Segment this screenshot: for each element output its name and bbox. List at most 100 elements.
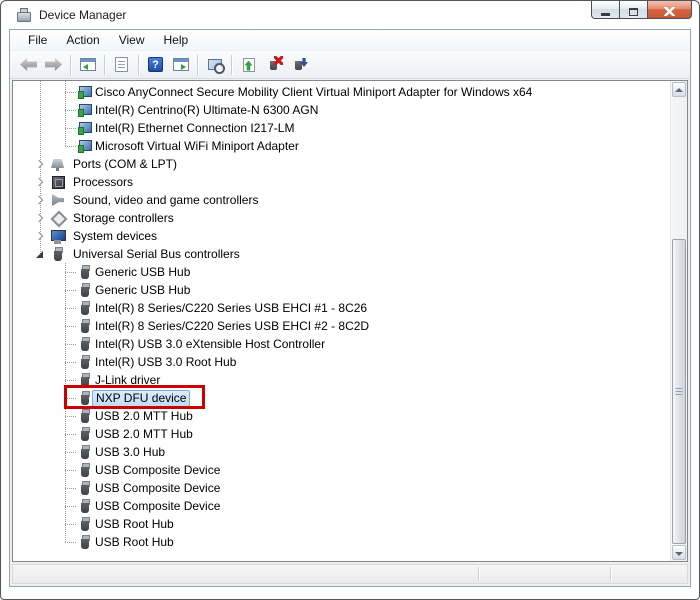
- menu-view[interactable]: View: [111, 31, 153, 49]
- expand-toggle-icon[interactable]: [34, 195, 45, 206]
- usb-device-icon: [77, 444, 93, 460]
- maximize-icon: [629, 8, 638, 16]
- tree-row[interactable]: USB Composite Device: [13, 461, 670, 479]
- tree-row[interactable]: Intel(R) Ethernet Connection I217-LM: [13, 119, 670, 137]
- tree-row-label: Storage controllers: [70, 210, 177, 226]
- tree-row[interactable]: Storage controllers: [13, 209, 670, 227]
- menu-help[interactable]: Help: [156, 31, 197, 49]
- tree-row[interactable]: Processors: [13, 173, 670, 191]
- search-computer-icon: [208, 59, 222, 70]
- device-manager-window: Device Manager File Action View Help Cis…: [0, 0, 700, 600]
- scan-hardware-changes-button[interactable]: [287, 53, 310, 76]
- maximize-button[interactable]: [619, 1, 648, 19]
- tree-connector: [65, 362, 76, 363]
- tree-row[interactable]: Microsoft Virtual WiFi Miniport Adapter: [13, 137, 670, 155]
- scroll-up-button[interactable]: [672, 82, 686, 97]
- network-adapter-icon: [77, 138, 93, 154]
- tree-row[interactable]: Generic USB Hub: [13, 263, 670, 281]
- minimize-button[interactable]: [591, 1, 620, 19]
- usb-controller-icon: [50, 246, 66, 262]
- tree-row-label: Microsoft Virtual WiFi Miniport Adapter: [92, 138, 302, 154]
- back-button[interactable]: [17, 53, 40, 76]
- show-console-tree-button[interactable]: [76, 53, 99, 76]
- usb-device-icon: [77, 336, 93, 352]
- scrollbar-thumb[interactable]: [672, 239, 686, 544]
- tree-row[interactable]: Ports (COM & LPT): [13, 155, 670, 173]
- toolbar-separator: [231, 55, 232, 75]
- tree-row[interactable]: USB Composite Device: [13, 497, 670, 515]
- arrow-down-icon: [675, 552, 683, 556]
- toolbar-separator: [138, 55, 139, 75]
- tree-row[interactable]: USB 2.0 MTT Hub: [13, 425, 670, 443]
- tree-connector: [65, 452, 76, 453]
- menu-bar: File Action View Help: [10, 30, 690, 51]
- minimize-icon: [601, 13, 610, 16]
- tree-connector: [65, 380, 76, 381]
- menu-file[interactable]: File: [20, 31, 55, 49]
- uninstall-button[interactable]: [262, 53, 285, 76]
- tree-row[interactable]: USB 2.0 MTT Hub: [13, 407, 670, 425]
- window-controls: [592, 1, 692, 19]
- tree-row-label: Generic USB Hub: [92, 264, 193, 280]
- client-area: File Action View Help Cisco AnyConnect S…: [9, 29, 691, 587]
- expand-toggle-icon[interactable]: [34, 159, 45, 170]
- tree-row[interactable]: Intel(R) USB 3.0 eXtensible Host Control…: [13, 335, 670, 353]
- scroll-down-button[interactable]: [672, 545, 686, 560]
- tree-row[interactable]: Intel(R) Centrino(R) Ultimate-N 6300 AGN: [13, 101, 670, 119]
- tree-row[interactable]: USB 3.0 Hub: [13, 443, 670, 461]
- serial-port-icon: [50, 156, 66, 172]
- collapse-toggle-icon[interactable]: [34, 249, 45, 260]
- expand-toggle-icon[interactable]: [34, 213, 45, 224]
- tree-connector: [65, 146, 76, 147]
- tree-connector: [65, 272, 76, 273]
- tree-row[interactable]: USB Root Hub: [13, 515, 670, 533]
- tree-row-label: Universal Serial Bus controllers: [70, 246, 243, 262]
- update-driver-button[interactable]: [237, 53, 260, 76]
- expand-toggle-icon[interactable]: [34, 231, 45, 242]
- tree-row-label: Intel(R) USB 3.0 eXtensible Host Control…: [92, 336, 328, 352]
- tree-connector: [65, 92, 76, 93]
- usb-device-icon: [77, 300, 93, 316]
- usb-device-icon: [77, 354, 93, 370]
- tree-connector: [65, 110, 76, 111]
- tree-row[interactable]: Intel(R) 8 Series/C220 Series USB EHCI #…: [13, 317, 670, 335]
- toolbar-separator: [70, 55, 71, 75]
- usb-device-icon: [77, 282, 93, 298]
- highlight-red-box: [64, 385, 205, 409]
- usb-device-icon: [77, 264, 93, 280]
- show-action-pane-button[interactable]: [169, 53, 192, 76]
- tree-row[interactable]: USB Root Hub: [13, 533, 670, 551]
- status-bar-separator: [610, 567, 611, 581]
- vertical-scrollbar[interactable]: [670, 81, 687, 561]
- help-button[interactable]: [144, 53, 167, 76]
- tree-row-label: USB Composite Device: [92, 498, 223, 514]
- tree-row-label: Intel(R) Centrino(R) Ultimate-N 6300 AGN: [92, 102, 321, 118]
- tree-row[interactable]: System devices: [13, 227, 670, 245]
- network-adapter-disabled-icon: [77, 84, 93, 100]
- title-bar[interactable]: Device Manager: [1, 1, 699, 29]
- tree-row[interactable]: Intel(R) 8 Series/C220 Series USB EHCI #…: [13, 299, 670, 317]
- tree-row[interactable]: USB Composite Device: [13, 479, 670, 497]
- tree-row[interactable]: Cisco AnyConnect Secure Mobility Client …: [13, 83, 670, 101]
- toolbar: [10, 51, 690, 79]
- tree-row-label: USB Composite Device: [92, 480, 223, 496]
- tree-row[interactable]: Sound, video and game controllers: [13, 191, 670, 209]
- audio-icon: [50, 192, 66, 208]
- expand-toggle-icon[interactable]: [34, 177, 45, 188]
- tree-connector: [65, 434, 76, 435]
- tree-row[interactable]: Generic USB Hub: [13, 281, 670, 299]
- close-button[interactable]: [647, 1, 692, 19]
- menu-action[interactable]: Action: [58, 31, 107, 49]
- device-manager-app-icon: [16, 8, 32, 22]
- search-computer-button[interactable]: [203, 53, 226, 76]
- toolbar-separator: [197, 55, 198, 75]
- scan-hardware-changes-icon: [294, 58, 303, 71]
- usb-device-icon: [77, 408, 93, 424]
- forward-button[interactable]: [42, 53, 65, 76]
- close-icon: [664, 7, 675, 16]
- tree-row-label: System devices: [70, 228, 160, 244]
- tree-row[interactable]: Universal Serial Bus controllers: [13, 245, 670, 263]
- tree-row[interactable]: Intel(R) USB 3.0 Root Hub: [13, 353, 670, 371]
- properties-button[interactable]: [110, 53, 133, 76]
- show-console-tree-icon: [80, 58, 96, 71]
